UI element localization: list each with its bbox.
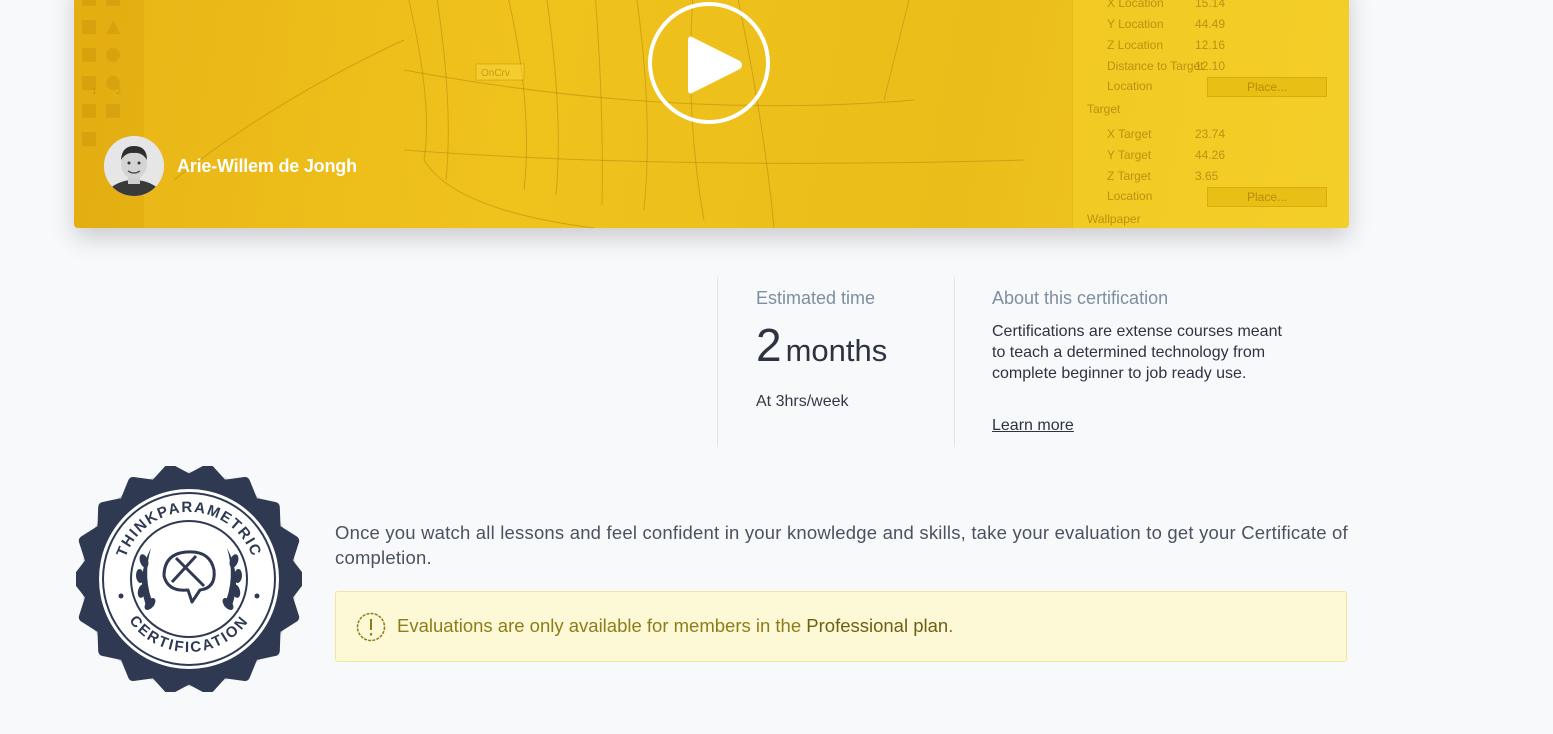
estimated-time-value: 2 months [756,318,887,372]
notice-suffix: . [948,615,954,636]
panel-key: Location [1107,79,1153,93]
panel-row: Distance to Target 12.10 [1107,57,1337,77]
panel-row: Location Place... [1107,187,1337,207]
panel-value: 23.74 [1195,127,1226,141]
play-icon [688,36,742,94]
panel-key: Y Location [1107,17,1164,31]
author-name[interactable]: Arie-Willem de Jongh [177,156,357,177]
panel-value: 12.16 [1195,38,1226,52]
panel-row: Location Place... [1107,77,1337,97]
properties-panel: X Location 15.14 Y Location 44.49 Z Loca… [1072,0,1349,228]
panel-value: 44.26 [1195,148,1226,162]
estimated-time-label: Estimated time [756,288,876,308]
panel-row: Y Target 44.26 [1107,146,1337,166]
column-divider [717,277,718,447]
notice-prefix: Evaluations are only available for membe… [397,615,807,636]
panel-key: X Location [1107,0,1164,10]
play-button[interactable] [648,2,770,124]
certification-description: Once you watch all lessons and feel conf… [335,522,1348,568]
panel-section-title: Target [1087,102,1121,116]
panel-value: 44.49 [1195,17,1226,31]
estimated-time-rate: At 3hrs/week [756,393,849,410]
panel-row: X Location 15.14 [1107,0,1337,14]
panel-key: Y Target [1107,148,1152,162]
estimated-time-number: 2 [756,319,782,371]
panel-row: X Target 23.74 [1107,125,1337,145]
panel-key: Location [1107,189,1153,203]
certification-badge-icon: THINKPARAMETRIC CERTIFICATION [76,466,302,692]
alert-icon [356,612,386,642]
panel-value: 3.65 [1195,169,1219,183]
professional-plan-link[interactable]: Professional plan [806,615,948,636]
panel-row: Y Location 44.49 [1107,15,1337,35]
video-player[interactable]: 1 2 OnCrv X Location 15.14 Y Location 44… [74,0,1349,228]
evaluation-notice: Evaluations are only available for membe… [335,591,1347,662]
panel-row: Z Target 3.65 [1107,167,1337,187]
evaluation-notice-text: Evaluations are only available for membe… [397,615,953,637]
panel-key: Distance to Target [1107,59,1204,73]
panel-row: Z Location 12.16 [1107,36,1337,56]
panel-key: Z Target [1107,169,1151,183]
panel-value: 12.10 [1195,59,1226,73]
learn-more-link[interactable]: Learn more [992,417,1074,435]
panel-key: X Target [1107,127,1152,141]
avatar [104,136,164,196]
place-button: Place... [1207,187,1327,207]
about-title: About this certification [992,288,1169,308]
panel-key: Z Location [1107,38,1164,52]
about-description: Certifications are extense courses meant… [992,323,1282,382]
curve-tag: OnCrv [481,68,510,79]
estimated-time-unit: months [785,333,888,368]
panel-value: 15.14 [1195,0,1226,10]
column-divider [954,277,955,447]
panel-section-title: Wallpaper [1087,212,1141,226]
place-button: Place... [1207,77,1327,97]
author-info: Arie-Willem de Jongh [104,136,357,196]
